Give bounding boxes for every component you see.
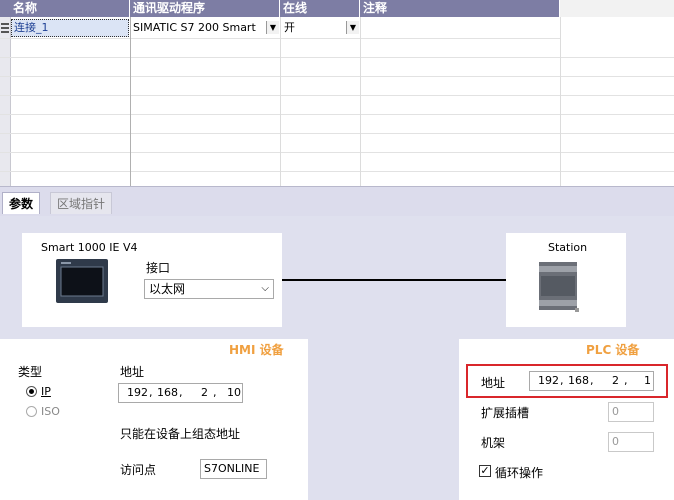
ip-octet-4[interactable]: 10 <box>227 384 241 402</box>
radio-iso-label[interactable]: ISO <box>41 405 60 418</box>
interface-select[interactable]: 以太网 ⌵ <box>144 279 274 299</box>
hmi-address-field[interactable]: 192 , 168 , 2 , 10 <box>118 383 243 403</box>
connection-table: 名称 通讯驱动程序 在线 注释 连接_1 SIMATIC S7 200 Smar… <box>0 0 674 186</box>
ip-octet-2[interactable]: 168 <box>157 384 178 402</box>
rack-field[interactable]: 0 <box>608 432 654 452</box>
ip-octet-3[interactable]: 2 <box>201 384 208 402</box>
column-header-online[interactable]: 在线 <box>280 0 360 17</box>
cyclic-operation-checkbox[interactable]: ✓ <box>479 465 491 477</box>
cell-driver[interactable]: SIMATIC S7 200 Smart <box>131 18 267 38</box>
radio-ip[interactable] <box>26 386 37 397</box>
plc-icon <box>539 262 579 312</box>
cell-comment[interactable] <box>361 18 559 38</box>
header-filler <box>560 0 674 17</box>
online-dropdown-icon[interactable]: ▼ <box>346 21 359 34</box>
column-header-driver[interactable]: 通讯驱动程序 <box>130 0 280 17</box>
plc-ip-octet-4[interactable]: 1 <box>644 372 651 390</box>
cyclic-operation-label[interactable]: 循环操作 <box>495 464 543 481</box>
address-note: 只能在设备上组态地址 <box>120 427 241 441</box>
connection-line <box>282 279 506 281</box>
plc-address-label: 地址 <box>481 376 506 390</box>
plc-address-field[interactable]: 192 , 168 , 2 , 1 <box>529 371 654 391</box>
hmi-device-name: Smart 1000 IE V4 <box>41 241 138 254</box>
chevron-down-icon[interactable]: ⌵ <box>261 280 269 298</box>
hmi-device-box: Smart 1000 IE V4 接口 以太网 ⌵ <box>22 233 282 327</box>
radio-ip-label[interactable]: IP <box>41 385 51 398</box>
type-label: 类型 <box>18 365 43 379</box>
plc-station-label: Station <box>548 241 588 254</box>
interface-label: 接口 <box>146 261 171 275</box>
radio-iso[interactable] <box>26 406 37 417</box>
plc-section-title: PLC 设备 <box>586 343 640 357</box>
header-corner <box>0 0 10 17</box>
tab-parameters[interactable]: 参数 <box>2 192 41 214</box>
row-selector-icon[interactable] <box>1 22 9 33</box>
plc-ip-octet-2[interactable]: 168 <box>568 372 589 390</box>
cell-online[interactable]: 开 <box>282 18 346 38</box>
driver-dropdown-icon[interactable]: ▼ <box>266 21 279 34</box>
expansion-slot-field[interactable]: 0 <box>608 402 654 422</box>
expansion-slot-label: 扩展插槽 <box>481 406 530 420</box>
plc-ip-octet-1[interactable]: 192 <box>538 372 559 390</box>
hmi-address-label: 地址 <box>120 365 145 379</box>
ip-octet-1[interactable]: 192 <box>127 384 148 402</box>
rack-label: 机架 <box>481 436 506 450</box>
hmi-panel-icon <box>56 259 108 303</box>
column-header-name[interactable]: 名称 <box>10 0 130 17</box>
row-gutter <box>0 17 11 186</box>
hmi-section-title: HMI 设备 <box>229 343 284 357</box>
column-header-comment[interactable]: 注释 <box>360 0 560 17</box>
plc-device-box: Station <box>506 233 626 327</box>
cell-connection-name[interactable]: 连接_1 <box>12 18 127 38</box>
access-point-field[interactable]: S7ONLINE <box>200 459 267 479</box>
interface-value: 以太网 <box>149 282 186 296</box>
plc-ip-octet-3[interactable]: 2 <box>612 372 619 390</box>
access-point-label: 访问点 <box>120 463 157 477</box>
tab-area-pointers[interactable]: 区域指针 <box>50 192 113 214</box>
